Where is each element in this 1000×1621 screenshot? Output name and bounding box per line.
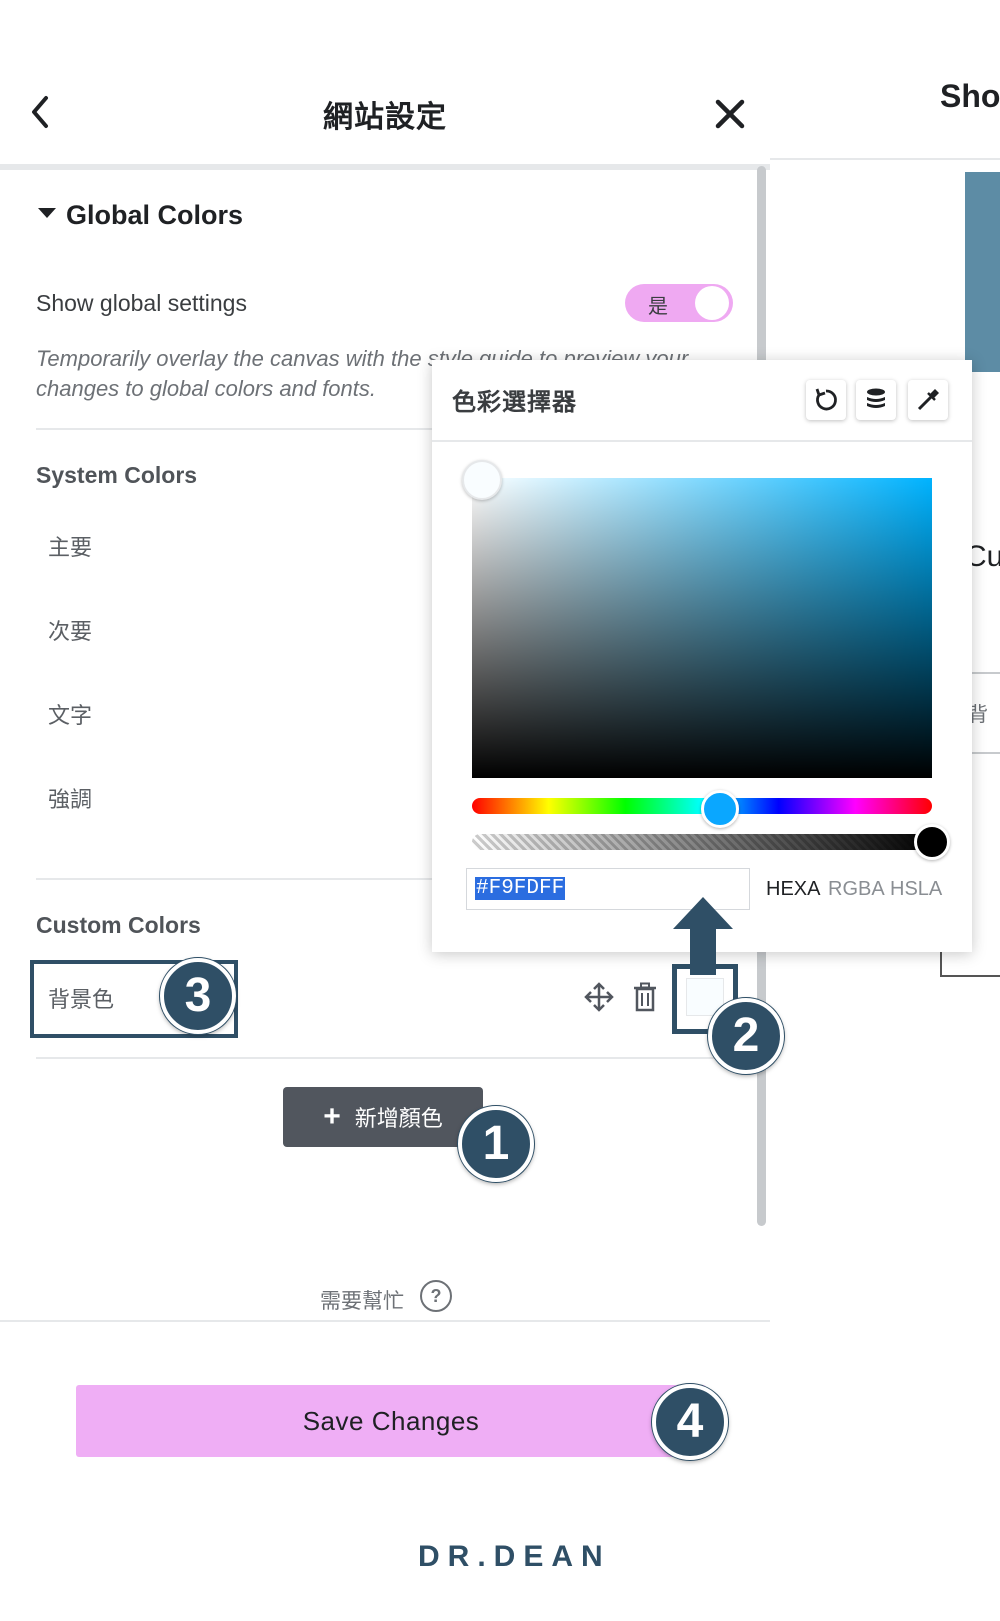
show-global-settings-label: Show global settings bbox=[36, 290, 247, 316]
page-title: 網站設定 bbox=[323, 101, 447, 134]
system-color-item[interactable]: 次要 bbox=[48, 614, 92, 646]
custom-color-name-input[interactable]: 背景色 bbox=[48, 982, 114, 1014]
color-picker-title: 色彩選擇器 bbox=[452, 389, 577, 416]
callout-arrow-head bbox=[673, 897, 733, 929]
eyedropper-icon bbox=[917, 389, 939, 411]
add-color-button[interactable]: + 新增顏色 bbox=[283, 1087, 483, 1147]
callout-arrow bbox=[690, 927, 716, 975]
question-icon[interactable]: ? bbox=[420, 1280, 452, 1312]
reset-button[interactable] bbox=[806, 380, 846, 420]
save-changes-button[interactable]: Save Changes bbox=[76, 1385, 706, 1457]
format-hexa[interactable]: HEXA bbox=[766, 878, 820, 901]
save-changes-label: Save Changes bbox=[302, 1405, 480, 1436]
custom-colors-title: Custom Colors bbox=[36, 912, 201, 938]
callout-badge-2: 2 bbox=[708, 998, 784, 1074]
format-rgba[interactable]: RGBA bbox=[828, 878, 885, 901]
section-title-global-colors[interactable]: Global Colors bbox=[66, 200, 243, 231]
system-color-item[interactable]: 文字 bbox=[48, 698, 92, 730]
brand-logo: DR.DEAN bbox=[418, 1540, 611, 1573]
preview-image bbox=[965, 172, 1000, 372]
format-hsla[interactable]: HSLA bbox=[890, 878, 942, 901]
chevron-left-icon[interactable] bbox=[22, 92, 62, 132]
close-icon[interactable] bbox=[710, 94, 750, 134]
move-icon[interactable] bbox=[584, 982, 614, 1012]
plus-icon: + bbox=[323, 1100, 341, 1133]
reset-icon bbox=[815, 388, 837, 411]
add-color-label: 新增顏色 bbox=[354, 1106, 443, 1131]
system-color-item[interactable]: 強調 bbox=[48, 782, 92, 814]
alpha-gradient bbox=[472, 834, 932, 850]
eyedropper-button[interactable] bbox=[908, 380, 948, 420]
trash-icon[interactable] bbox=[632, 982, 658, 1012]
system-color-item[interactable]: 主要 bbox=[48, 530, 92, 562]
preview-divider bbox=[770, 158, 1000, 160]
callout-badge-1: 1 bbox=[458, 1106, 534, 1182]
saturation-area[interactable] bbox=[472, 478, 932, 778]
hex-value: #F9FDFF bbox=[475, 877, 566, 900]
system-colors-title: System Colors bbox=[36, 462, 198, 488]
callout-badge-4: 4 bbox=[652, 1384, 728, 1460]
callout-badge-3: 3 bbox=[160, 958, 236, 1034]
saturation-handle[interactable] bbox=[462, 460, 502, 500]
alpha-handle[interactable] bbox=[914, 824, 950, 860]
global-colors-button[interactable] bbox=[856, 380, 896, 420]
toggle-knob[interactable] bbox=[695, 286, 729, 320]
divider bbox=[36, 1057, 736, 1059]
database-icon bbox=[867, 388, 885, 408]
toggle-label: 是 bbox=[648, 296, 668, 318]
help-link[interactable]: 需要幫忙 bbox=[320, 1285, 404, 1315]
preview-title: Sho bbox=[940, 78, 1000, 114]
caret-down-icon[interactable] bbox=[38, 208, 56, 218]
